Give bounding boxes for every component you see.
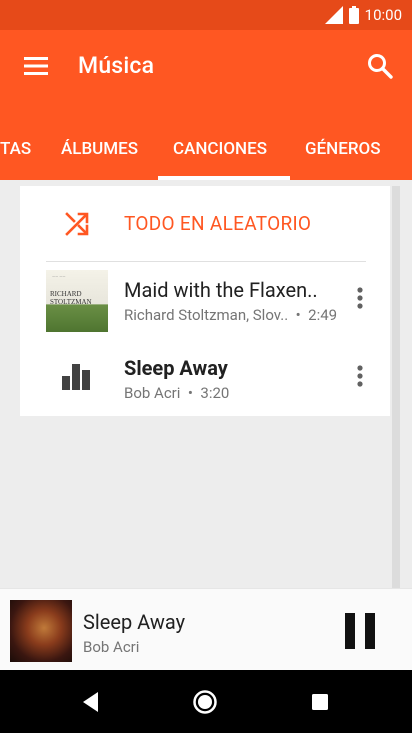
search-icon[interactable] xyxy=(366,52,394,80)
now-playing-title: Sleep Away xyxy=(83,610,186,634)
now-playing-bar[interactable]: Sleep Away Bob Acri xyxy=(0,588,412,670)
shuffle-all-label: TODO EN ALEATORIO xyxy=(124,212,312,235)
pause-icon[interactable] xyxy=(342,612,378,650)
page-title: Música xyxy=(78,52,155,79)
song-subtitle: Bob Acri • 3:20 xyxy=(124,384,229,402)
now-playing-artist: Bob Acri xyxy=(83,638,140,656)
more-vert-icon[interactable] xyxy=(352,362,368,390)
song-artist: Bob Acri xyxy=(124,384,181,402)
equalizer-bars-icon xyxy=(62,364,90,390)
battery-icon xyxy=(348,6,359,24)
album-art-text: RICHARD xyxy=(50,290,82,298)
status-bar: 10:00 xyxy=(0,0,412,30)
album-art: —— —— RICHARD STOLTZMAN xyxy=(46,270,108,332)
back-icon[interactable] xyxy=(80,690,102,714)
app-bar: Música xyxy=(0,30,412,106)
song-subtitle: Richard Stoltzman, Slov.. • 2:49 xyxy=(124,306,337,324)
recents-icon[interactable] xyxy=(311,693,329,711)
tab-bar: TAS ÁLBUMES CANCIONES GÉNEROS xyxy=(0,106,412,180)
menu-icon[interactable] xyxy=(22,52,50,80)
now-playing-album-art xyxy=(10,600,72,662)
cell-signal-icon xyxy=(324,6,343,24)
status-time: 10:00 xyxy=(364,6,402,24)
tab-canciones[interactable]: CANCIONES xyxy=(173,106,267,180)
album-art-text: STOLTZMAN xyxy=(50,298,92,306)
song-duration: 3:20 xyxy=(200,384,230,402)
list-item[interactable]: Sleep Away Bob Acri • 3:20 xyxy=(20,340,390,416)
list-item[interactable]: —— —— RICHARD STOLTZMAN Maid with the Fl… xyxy=(20,262,390,338)
song-title: Maid with the Flaxen.. xyxy=(124,278,318,302)
separator: • xyxy=(184,384,197,402)
tab-generos[interactable]: GÉNEROS xyxy=(305,106,381,180)
tab-artistas[interactable]: TAS xyxy=(0,106,31,180)
shuffle-all-button[interactable]: TODO EN ALEATORIO xyxy=(20,196,390,254)
scrollbar[interactable] xyxy=(392,186,400,588)
shuffle-icon xyxy=(65,212,89,236)
song-duration: 2:49 xyxy=(308,306,338,324)
system-nav-bar xyxy=(0,670,412,733)
separator: • xyxy=(291,306,305,324)
song-title: Sleep Away xyxy=(124,356,228,380)
tab-albumes[interactable]: ÁLBUMES xyxy=(61,106,138,180)
album-art-text: —— —— xyxy=(52,274,66,279)
more-vert-icon[interactable] xyxy=(352,284,368,312)
song-artist: Richard Stoltzman, Slov.. xyxy=(124,306,289,324)
home-icon[interactable] xyxy=(192,689,218,715)
